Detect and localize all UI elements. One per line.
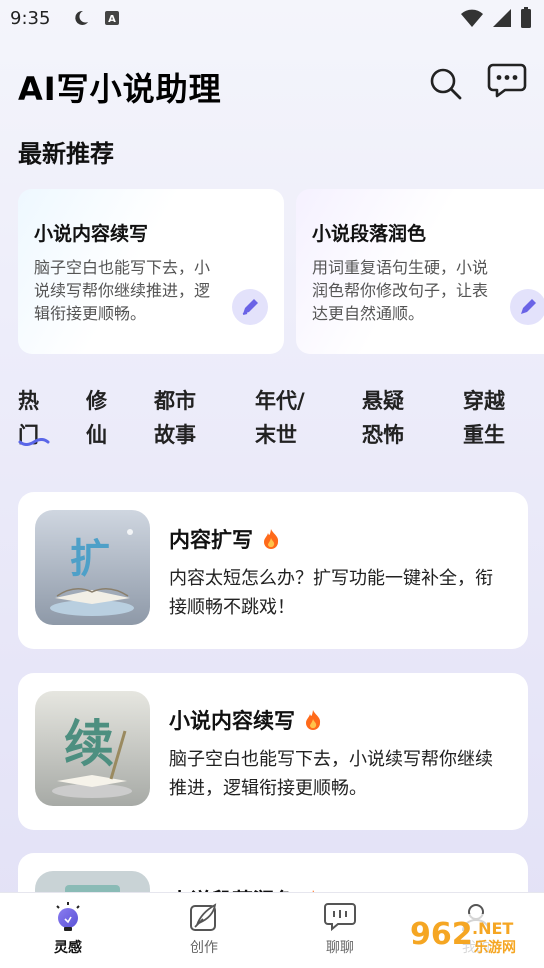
tab-label-line2: 仙 bbox=[86, 423, 107, 447]
nav-label: 创作 bbox=[190, 940, 218, 956]
feature-title-text: 内容扩写 bbox=[169, 528, 253, 552]
svg-text:962: 962 bbox=[410, 917, 473, 952]
fire-icon bbox=[306, 710, 321, 730]
active-tab-indicator bbox=[18, 438, 50, 446]
rec-card-title: 小说内容续写 bbox=[34, 223, 149, 245]
feature-title: 小说内容续写 bbox=[169, 705, 323, 735]
keyboard-icon: A bbox=[104, 10, 120, 26]
thumbnail-char: 续 bbox=[64, 714, 114, 773]
app-title: AI写小说助理 bbox=[18, 70, 222, 108]
feature-card-continue[interactable]: 续 小说内容续写 脑子空白也能写下去，小说续写帮你继续推进，逻辑衔接更顺畅。 bbox=[18, 673, 528, 830]
tab-label-line2: 末世 bbox=[255, 423, 297, 447]
recommendation-carousel[interactable]: 小说内容续写 脑子空白也能写下去，小说续写帮你继续推进，逻辑衔接更顺畅。 小说段… bbox=[18, 189, 544, 355]
tab-label-line1: 年代/ bbox=[255, 389, 305, 413]
rec-card-desc: 用词重复语句生硬，小说润色帮你修改句子，让表达更自然通顺。 bbox=[312, 258, 489, 323]
chat-icon bbox=[324, 903, 356, 932]
rec-card-continue[interactable]: 小说内容续写 脑子空白也能写下去，小说续写帮你继续推进，逻辑衔接更顺畅。 bbox=[18, 189, 284, 354]
category-tabs: 热 门 修 仙 都市 故事 年代/ 末世 悬疑 恐怖 穿越 重生 bbox=[18, 384, 544, 454]
tab-urban[interactable]: 都市 故事 bbox=[154, 384, 196, 452]
search-icon bbox=[430, 68, 462, 100]
tab-label-line1: 热 bbox=[18, 389, 39, 413]
tab-label-line2: 重生 bbox=[463, 423, 505, 447]
tab-label-line2: 故事 bbox=[154, 423, 196, 447]
nav-label: 灵感 bbox=[54, 940, 82, 956]
tab-label-line2: 恐怖 bbox=[362, 423, 404, 447]
nav-item-inspiration[interactable]: 灵感 bbox=[28, 901, 108, 957]
tab-suspense-horror[interactable]: 悬疑 恐怖 bbox=[362, 384, 404, 452]
rec-card-polish[interactable]: 小说段落润色 用词重复语句生硬，小说润色帮你修改句子，让表达更自然通顺。 bbox=[296, 189, 544, 354]
tab-label-line1: 悬疑 bbox=[362, 389, 404, 413]
tab-label-line1: 穿越 bbox=[463, 389, 505, 413]
status-time: 9:35 bbox=[10, 7, 51, 29]
tab-time-travel[interactable]: 穿越 重生 bbox=[463, 384, 505, 452]
nav-item-chat[interactable]: 聊聊 bbox=[300, 901, 380, 957]
feature-desc: 脑子空白也能写下去，小说续写帮你继续推进，逻辑衔接更顺畅。 bbox=[169, 749, 493, 799]
moon-icon bbox=[72, 9, 90, 27]
feature-desc: 内容太短怎么办？扩写功能一键补全，衔接顺畅不跳戏！ bbox=[169, 568, 493, 618]
nav-item-create[interactable]: 创作 bbox=[164, 901, 244, 957]
pen-icon[interactable] bbox=[510, 289, 544, 325]
tab-label-line1: 都市 bbox=[154, 389, 196, 413]
thumbnail-char: 扩 bbox=[70, 536, 110, 582]
search-button[interactable] bbox=[428, 66, 464, 102]
svg-text:乐游网: 乐游网 bbox=[474, 939, 516, 956]
wifi-icon bbox=[460, 8, 484, 28]
tab-label-line1: 修 bbox=[86, 389, 107, 413]
rec-card-title: 小说段落润色 bbox=[312, 223, 427, 245]
fire-icon bbox=[264, 529, 279, 549]
tab-xianxia[interactable]: 修 仙 bbox=[86, 384, 107, 452]
battery-icon bbox=[520, 7, 532, 29]
feature-thumbnail: 扩 bbox=[35, 510, 150, 625]
messages-button[interactable] bbox=[487, 62, 527, 100]
nav-label: 聊聊 bbox=[326, 940, 354, 956]
rec-card-desc: 脑子空白也能写下去，小说续写帮你继续推进，逻辑衔接更顺畅。 bbox=[34, 258, 211, 323]
feature-title-text: 小说内容续写 bbox=[169, 709, 295, 733]
chat-bubble-icon bbox=[487, 63, 527, 98]
site-watermark-logo: 962 .NET 乐游网 bbox=[404, 914, 540, 958]
quill-icon bbox=[190, 903, 217, 931]
section-title-latest: 最新推荐 bbox=[18, 140, 114, 168]
status-bar: 9:35 A bbox=[0, 0, 544, 36]
bulb-icon bbox=[56, 902, 80, 931]
feature-title: 内容扩写 bbox=[169, 524, 281, 554]
feature-card-expand[interactable]: 扩 内容扩写 内容太短怎么办？扩写功能一键补全，衔接顺畅不跳戏！ bbox=[18, 492, 528, 649]
pen-icon[interactable] bbox=[232, 289, 268, 325]
signal-icon bbox=[492, 8, 512, 28]
feature-thumbnail: 续 bbox=[35, 691, 150, 806]
svg-text:.NET: .NET bbox=[472, 919, 513, 938]
tab-label-line2: 门 bbox=[18, 423, 39, 447]
tab-era-apocalypse[interactable]: 年代/ 末世 bbox=[255, 384, 305, 452]
svg-text:A: A bbox=[109, 14, 117, 25]
